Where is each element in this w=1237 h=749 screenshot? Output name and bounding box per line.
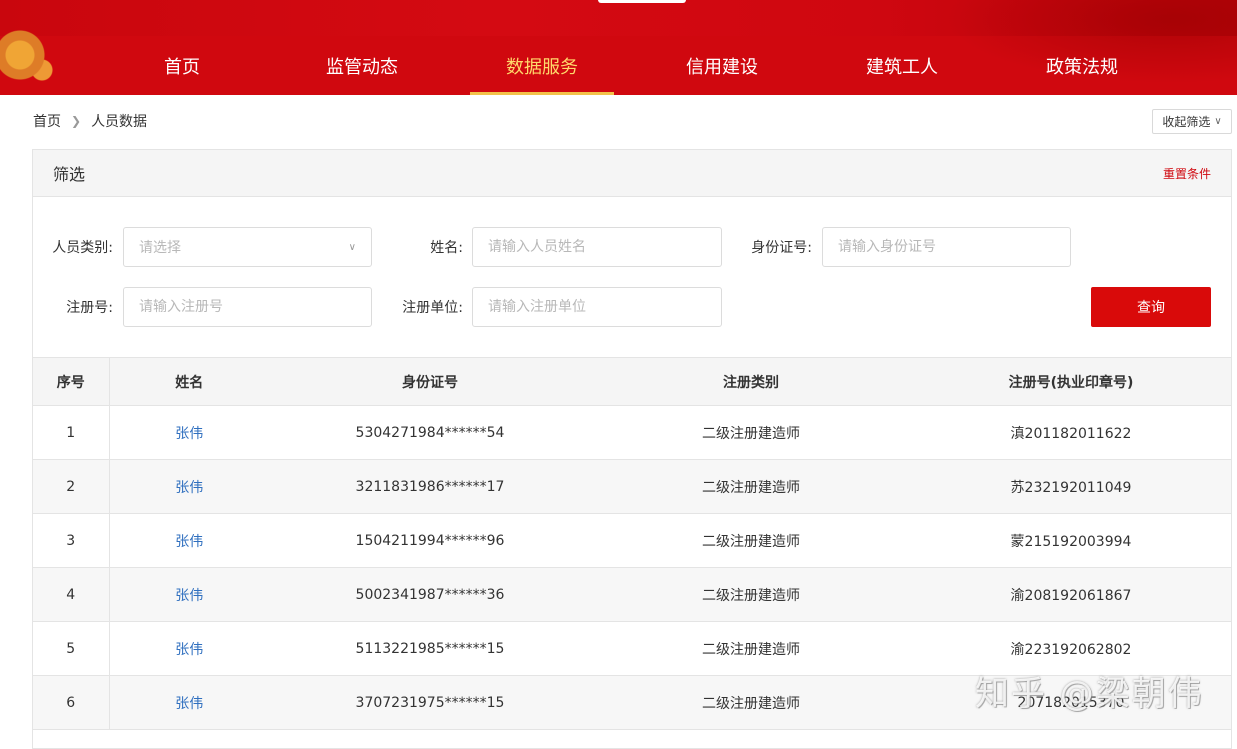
row-id-card: 5113221985******15 <box>269 621 591 676</box>
row-index: 4 <box>33 567 110 622</box>
header-reg-type: 注册类别 <box>591 357 911 406</box>
row-id-card: 5304271984******54 <box>269 405 591 460</box>
row-reg-no: 渝208192061867 <box>911 567 1231 622</box>
person-name-link[interactable]: 张伟 <box>175 426 203 442</box>
chevron-down-icon: ∨ <box>348 241 356 253</box>
reg-unit-input[interactable] <box>472 287 722 327</box>
row-reg-no: 滇201182011622 <box>911 405 1231 460</box>
row-reg-no: 苏232192011049 <box>911 459 1231 514</box>
table-row: 2 张伟 3211831986******17 二级注册建造师 苏2321920… <box>33 459 1231 514</box>
person-type-select[interactable]: 请选择 ∨ <box>123 227 372 267</box>
breadcrumb: 首页 ❯ 人员数据 <box>33 111 147 131</box>
id-card-label: 身份证号: <box>751 240 812 256</box>
nav-item-workers[interactable]: 建筑工人 <box>812 36 992 95</box>
table-row: 1 张伟 5304271984******54 二级注册建造师 滇2011820… <box>33 405 1231 460</box>
person-name-link[interactable]: 张伟 <box>175 642 203 658</box>
row-id-card: 3707231975******15 <box>269 675 591 730</box>
row-name-cell: 张伟 <box>109 459 269 514</box>
row-name-cell: 张伟 <box>109 567 269 622</box>
row-id-card: 1504211994******96 <box>269 513 591 568</box>
person-name-link[interactable]: 张伟 <box>175 480 203 496</box>
header-index: 序号 <box>33 357 110 406</box>
row-reg-no: 蒙215192003994 <box>911 513 1231 568</box>
row-reg-type: 二级注册建造师 <box>591 513 911 568</box>
header-reg-no: 注册号(执业印章号) <box>911 357 1231 406</box>
chevron-right-icon: ❯ <box>71 114 82 128</box>
row-reg-type: 二级注册建造师 <box>591 675 911 730</box>
name-label: 姓名: <box>430 240 463 256</box>
reg-no-label: 注册号: <box>66 300 113 316</box>
reg-unit-label: 注册单位: <box>402 300 463 316</box>
watermark: 知乎 @梁朝伟 <box>975 674 1204 714</box>
header-id-card: 身份证号 <box>269 357 591 406</box>
nav-item-credit[interactable]: 信用建设 <box>632 36 812 95</box>
breadcrumb-home[interactable]: 首页 <box>33 111 61 131</box>
row-reg-type: 二级注册建造师 <box>591 567 911 622</box>
person-name-link[interactable]: 张伟 <box>175 534 203 550</box>
filter-panel-header: 筛选 重置条件 <box>33 150 1231 197</box>
chevron-down-icon: ∨ <box>1214 116 1222 127</box>
filter-panel: 筛选 重置条件 人员类别: 请选择 ∨ 姓名: 身份证号: 注册号: 注册单位:… <box>32 149 1232 749</box>
table-row: 4 张伟 5002341987******36 二级注册建造师 渝2081920… <box>33 567 1231 622</box>
person-name-link[interactable]: 张伟 <box>175 696 203 712</box>
row-index: 5 <box>33 621 110 676</box>
header-name: 姓名 <box>109 357 269 406</box>
nav-item-home[interactable]: 首页 <box>92 36 272 95</box>
nav-item-supervision-news[interactable]: 监管动态 <box>272 36 452 95</box>
breadcrumb-current: 人员数据 <box>91 114 148 130</box>
row-index: 6 <box>33 675 110 730</box>
id-card-input[interactable] <box>822 227 1071 267</box>
row-reg-type: 二级注册建造师 <box>591 459 911 514</box>
query-button[interactable]: 查询 <box>1091 287 1211 327</box>
reg-no-input[interactable] <box>123 287 372 327</box>
filter-title: 筛选 <box>53 165 86 184</box>
emblem-decoration <box>0 0 62 95</box>
name-input[interactable] <box>472 227 722 267</box>
collapse-filter-label: 收起筛选 <box>1162 115 1211 129</box>
row-index: 3 <box>33 513 110 568</box>
banner-tab-marker <box>598 0 686 3</box>
person-name-link[interactable]: 张伟 <box>175 588 203 604</box>
row-id-card: 3211831986******17 <box>269 459 591 514</box>
table-header-row: 序号 姓名 身份证号 注册类别 注册号(执业印章号) <box>33 357 1231 406</box>
person-type-label: 人员类别: <box>52 240 113 256</box>
row-name-cell: 张伟 <box>109 675 269 730</box>
row-reg-type: 二级注册建造师 <box>591 405 911 460</box>
row-name-cell: 张伟 <box>109 405 269 460</box>
row-id-card: 5002341987******36 <box>269 567 591 622</box>
row-reg-type: 二级注册建造师 <box>591 621 911 676</box>
row-index: 1 <box>33 405 110 460</box>
nav-item-data-service[interactable]: 数据服务 <box>452 36 632 95</box>
row-name-cell: 张伟 <box>109 513 269 568</box>
nav-item-policy[interactable]: 政策法规 <box>992 36 1172 95</box>
table-row: 3 张伟 1504211994******96 二级注册建造师 蒙2151920… <box>33 513 1231 568</box>
reset-conditions-link[interactable]: 重置条件 <box>1163 165 1211 182</box>
collapse-filter-button[interactable]: 收起筛选 ∨ <box>1152 109 1232 134</box>
person-type-placeholder: 请选择 <box>139 240 181 256</box>
row-name-cell: 张伟 <box>109 621 269 676</box>
row-index: 2 <box>33 459 110 514</box>
main-nav: 首页 监管动态 数据服务 信用建设 建筑工人 政策法规 <box>92 36 1172 95</box>
